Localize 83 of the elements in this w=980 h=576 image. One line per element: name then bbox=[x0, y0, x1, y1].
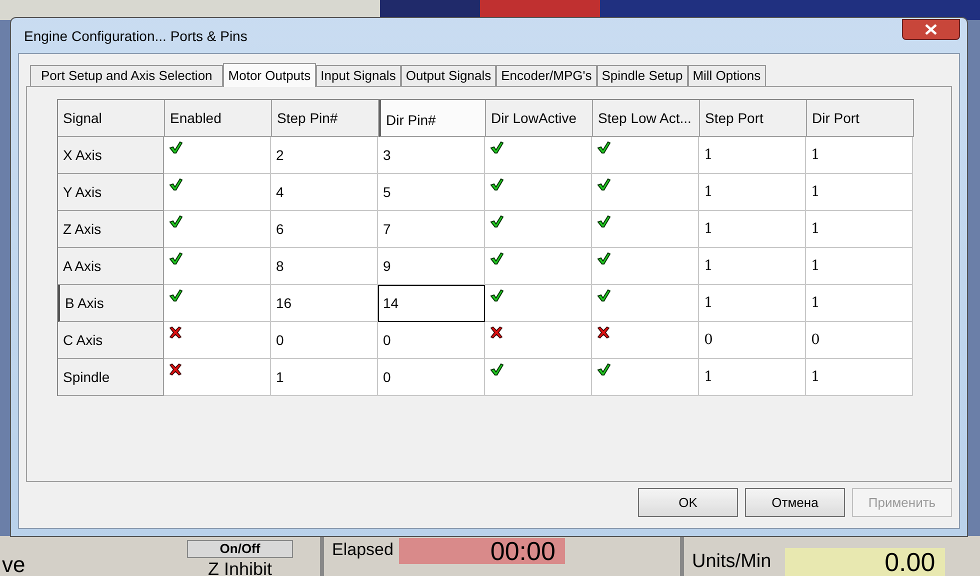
tab[interactable]: Input Signals bbox=[316, 65, 401, 86]
table-cell: 5 bbox=[378, 174, 485, 211]
tab[interactable]: Spindle Setup bbox=[596, 65, 688, 86]
dialog-button[interactable]: OK bbox=[638, 488, 738, 517]
table-cell: 1 bbox=[699, 174, 806, 211]
close-icon bbox=[925, 24, 937, 35]
table-cell: 1 bbox=[806, 137, 913, 174]
table-cell: 16 bbox=[271, 285, 378, 322]
check-icon[interactable] bbox=[597, 141, 611, 154]
table-cell: 1 bbox=[806, 248, 913, 285]
table-cell: 14 bbox=[378, 285, 485, 322]
column-header[interactable]: Step Low Act... bbox=[593, 100, 700, 137]
cross-icon[interactable] bbox=[169, 363, 182, 376]
row-header: B Axis bbox=[58, 285, 164, 322]
units-label: Units/Min bbox=[692, 550, 772, 574]
table-cell: 1 bbox=[806, 174, 913, 211]
table-cell: 0 bbox=[378, 322, 485, 359]
check-icon[interactable] bbox=[169, 252, 183, 265]
column-header[interactable]: Dir Pin# bbox=[379, 100, 486, 137]
check-icon[interactable] bbox=[597, 289, 611, 302]
check-icon[interactable] bbox=[169, 141, 183, 154]
check-icon[interactable] bbox=[490, 363, 504, 376]
table-cell: 1 bbox=[699, 248, 806, 285]
table-cell: 8 bbox=[271, 248, 378, 285]
row-header: X Axis bbox=[58, 137, 164, 174]
table-cell: 0 bbox=[271, 322, 378, 359]
check-icon[interactable] bbox=[490, 215, 504, 228]
check-icon[interactable] bbox=[490, 289, 504, 302]
units-value: 0.00 bbox=[785, 548, 946, 576]
row-header: Spindle bbox=[58, 359, 164, 396]
table-cell: 1 bbox=[699, 359, 806, 396]
check-icon[interactable] bbox=[597, 252, 611, 265]
column-header[interactable]: Signal bbox=[58, 100, 165, 137]
check-icon[interactable] bbox=[169, 178, 183, 191]
table-cell: 1 bbox=[699, 285, 806, 322]
window-title: Engine Configuration... Ports & Pins bbox=[24, 27, 248, 46]
table-cell: 1 bbox=[699, 211, 806, 248]
check-icon[interactable] bbox=[597, 363, 611, 376]
row-header: Z Axis bbox=[58, 211, 164, 248]
column-header[interactable]: Dir Port bbox=[807, 100, 914, 137]
check-icon[interactable] bbox=[490, 141, 504, 154]
cross-icon[interactable] bbox=[169, 326, 182, 339]
check-icon[interactable] bbox=[597, 178, 611, 191]
column-header[interactable]: Dir LowActive bbox=[486, 100, 593, 137]
table-cell: 1 bbox=[806, 359, 913, 396]
tab[interactable]: Mill Options bbox=[688, 65, 766, 86]
column-header[interactable]: Step Port bbox=[700, 100, 807, 137]
table-cell: 7 bbox=[378, 211, 485, 248]
tab[interactable]: Port Setup and Axis Selection bbox=[30, 65, 224, 86]
table-cell: 0 bbox=[806, 322, 913, 359]
elapsed-label: Elapsed bbox=[332, 540, 394, 560]
close-button[interactable] bbox=[902, 19, 960, 40]
table-cell: 1 bbox=[699, 137, 806, 174]
table-cell: 1 bbox=[806, 285, 913, 322]
dialog-button[interactable]: Отмена bbox=[745, 488, 845, 517]
check-icon[interactable] bbox=[597, 215, 611, 228]
tab[interactable]: Encoder/MPG's bbox=[496, 65, 597, 86]
column-header[interactable]: Step Pin# bbox=[272, 100, 379, 137]
table-cell: 1 bbox=[806, 211, 913, 248]
row-header: A Axis bbox=[58, 248, 164, 285]
cross-icon[interactable] bbox=[597, 326, 610, 339]
z-inhibit-label: Z Inhibit bbox=[208, 560, 272, 576]
row-header: Y Axis bbox=[58, 174, 164, 211]
tab[interactable]: Output Signals bbox=[400, 65, 496, 86]
mode-label: ve bbox=[1, 554, 26, 576]
row-header: C Axis bbox=[58, 322, 164, 359]
check-icon[interactable] bbox=[169, 289, 183, 302]
table-cell: 4 bbox=[271, 174, 378, 211]
on-off-button[interactable]: On/Off bbox=[187, 540, 293, 558]
cross-icon[interactable] bbox=[490, 326, 503, 339]
table-cell: 6 bbox=[271, 211, 378, 248]
table-cell: 9 bbox=[378, 248, 485, 285]
check-icon[interactable] bbox=[490, 178, 504, 191]
table-cell: 2 bbox=[271, 137, 378, 174]
check-icon[interactable] bbox=[169, 215, 183, 228]
table-cell: 0 bbox=[699, 322, 806, 359]
elapsed-value: 00:00 bbox=[399, 538, 566, 564]
table-cell: 0 bbox=[378, 359, 485, 396]
table-cell: 1 bbox=[271, 359, 378, 396]
tab[interactable]: Motor Outputs bbox=[223, 63, 316, 87]
column-header[interactable]: Enabled bbox=[165, 100, 272, 137]
table-cell: 3 bbox=[378, 137, 485, 174]
check-icon[interactable] bbox=[490, 252, 504, 265]
